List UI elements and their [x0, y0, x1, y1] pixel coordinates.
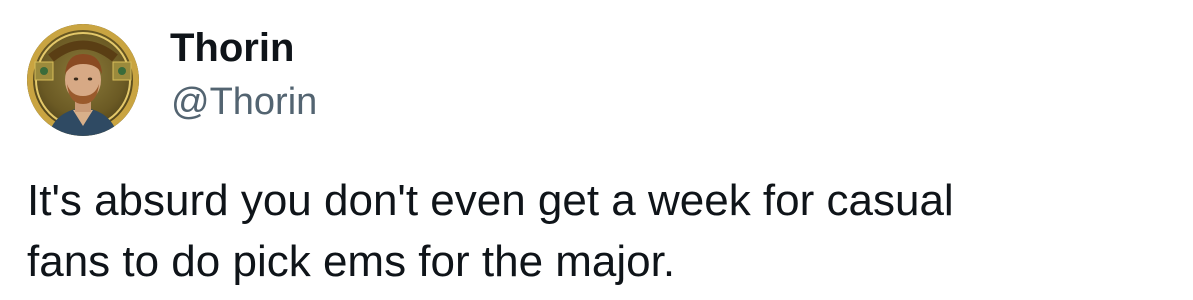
avatar[interactable]: [25, 22, 141, 138]
tweet-text: It's absurd you don't even get a week fo…: [27, 170, 1177, 292]
tweet-card: Thorin @Thorin It's absurd you don't eve…: [0, 0, 1193, 300]
avatar-photo-icon: [27, 24, 139, 136]
author-handle[interactable]: @Thorin: [171, 79, 317, 125]
tweet-text-line: fans to do pick ems for the major.: [27, 237, 676, 286]
tweet-text-line: It's absurd you don't even get a week fo…: [27, 176, 954, 225]
author-display-name[interactable]: Thorin: [170, 24, 294, 72]
